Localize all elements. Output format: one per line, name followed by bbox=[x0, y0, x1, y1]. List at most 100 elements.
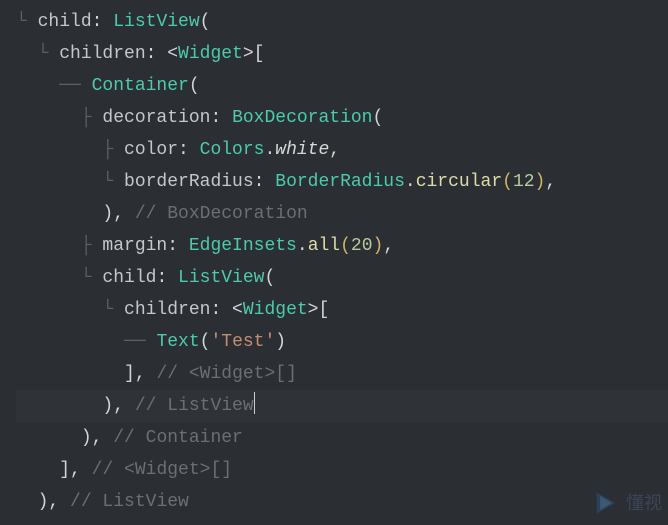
indent-guide: ├ bbox=[16, 140, 124, 160]
code-line[interactable]: └ child: ListView( bbox=[16, 262, 668, 294]
code-token: ( bbox=[189, 76, 200, 96]
code-line[interactable]: └ borderRadius: BorderRadius.circular(12… bbox=[16, 166, 668, 198]
code-line[interactable]: ], // <Widget>[] bbox=[16, 358, 668, 390]
code-token: ) bbox=[535, 172, 546, 192]
code-editor[interactable]: └ child: ListView( └ children: <Widget>[… bbox=[0, 0, 668, 518]
code-token: , bbox=[92, 428, 114, 448]
indent-guide: ├ bbox=[16, 108, 102, 128]
code-token: 12 bbox=[513, 172, 535, 192]
code-token: , bbox=[48, 492, 70, 512]
code-token: // Container bbox=[113, 428, 243, 448]
code-token: : bbox=[254, 172, 276, 192]
code-token: >[ bbox=[308, 300, 330, 320]
code-line[interactable]: ), // Container bbox=[16, 422, 668, 454]
code-token: : bbox=[156, 268, 178, 288]
code-token: : < bbox=[146, 44, 178, 64]
code-token: 20 bbox=[351, 236, 373, 256]
code-token: child bbox=[38, 12, 92, 32]
code-token: , bbox=[70, 460, 92, 480]
indent-guide: └ bbox=[16, 268, 102, 288]
code-line[interactable]: ├ color: Colors.white, bbox=[16, 134, 668, 166]
code-line[interactable]: ── Text('Test') bbox=[16, 326, 668, 358]
code-token: BoxDecoration bbox=[232, 108, 372, 128]
code-token: // ListView bbox=[70, 492, 189, 512]
code-token: ( bbox=[264, 268, 275, 288]
code-token: Widget bbox=[243, 300, 308, 320]
code-token: white bbox=[275, 140, 329, 160]
code-token: : bbox=[92, 12, 114, 32]
code-line[interactable]: ], // <Widget>[] bbox=[16, 454, 668, 486]
code-token: // BoxDecoration bbox=[135, 204, 308, 224]
code-token: , bbox=[113, 396, 135, 416]
code-line[interactable]: └ children: <Widget>[ bbox=[16, 38, 668, 70]
code-token: ] bbox=[59, 460, 70, 480]
indent-guide: └ bbox=[16, 12, 38, 32]
code-token: color bbox=[124, 140, 178, 160]
indent-guide: ── bbox=[16, 76, 92, 96]
code-token: : bbox=[167, 236, 189, 256]
indent-guide bbox=[16, 460, 59, 480]
code-token: // <Widget>[] bbox=[156, 364, 296, 384]
code-token: 'Test' bbox=[210, 332, 275, 352]
code-token: , bbox=[545, 172, 556, 192]
code-token: ( bbox=[340, 236, 351, 256]
code-token: ( bbox=[200, 12, 211, 32]
code-token: children bbox=[124, 300, 210, 320]
indent-guide: └ bbox=[16, 172, 124, 192]
code-line[interactable]: └ children: <Widget>[ bbox=[16, 294, 668, 326]
indent-guide: ├ bbox=[16, 236, 102, 256]
indent-guide: ── bbox=[16, 332, 156, 352]
code-token: Text bbox=[156, 332, 199, 352]
code-token: Container bbox=[92, 76, 189, 96]
code-token: BorderRadius bbox=[275, 172, 405, 192]
code-token: all bbox=[308, 236, 340, 256]
code-token: . bbox=[264, 140, 275, 160]
code-token: decoration bbox=[102, 108, 210, 128]
indent-guide: └ bbox=[16, 44, 59, 64]
code-line[interactable]: ), // ListView bbox=[16, 390, 668, 422]
code-token: , bbox=[113, 204, 135, 224]
code-token: ) bbox=[102, 204, 113, 224]
code-line[interactable]: ├ decoration: BoxDecoration( bbox=[16, 102, 668, 134]
code-token: children bbox=[59, 44, 145, 64]
code-token: ( bbox=[200, 332, 211, 352]
code-token: ( bbox=[373, 108, 384, 128]
code-token: , bbox=[135, 364, 157, 384]
code-token: >[ bbox=[243, 44, 265, 64]
code-token: Colors bbox=[200, 140, 265, 160]
text-cursor bbox=[254, 392, 255, 414]
code-line[interactable]: ── Container( bbox=[16, 70, 668, 102]
code-token: , bbox=[383, 236, 394, 256]
code-token: child bbox=[102, 268, 156, 288]
code-line[interactable]: ├ margin: EdgeInsets.all(20), bbox=[16, 230, 668, 262]
code-token: // ListView bbox=[135, 396, 254, 416]
code-line[interactable]: ), // ListView bbox=[16, 486, 668, 518]
indent-guide bbox=[16, 396, 102, 416]
code-token: ListView bbox=[113, 12, 199, 32]
indent-guide bbox=[16, 204, 102, 224]
code-token: ListView bbox=[178, 268, 264, 288]
code-token: ) bbox=[81, 428, 92, 448]
code-token: ) bbox=[102, 396, 113, 416]
code-token: Widget bbox=[178, 44, 243, 64]
code-line[interactable]: ), // BoxDecoration bbox=[16, 198, 668, 230]
code-token: . bbox=[297, 236, 308, 256]
code-token: ] bbox=[124, 364, 135, 384]
indent-guide bbox=[16, 428, 81, 448]
code-token: borderRadius bbox=[124, 172, 254, 192]
code-token: circular bbox=[416, 172, 502, 192]
indent-guide bbox=[16, 364, 124, 384]
code-token: : bbox=[178, 140, 200, 160]
code-token: ) bbox=[275, 332, 286, 352]
code-token: , bbox=[329, 140, 340, 160]
indent-guide bbox=[16, 492, 38, 512]
code-token: ( bbox=[502, 172, 513, 192]
code-line[interactable]: └ child: ListView( bbox=[16, 6, 668, 38]
code-token: : bbox=[210, 108, 232, 128]
code-token: ) bbox=[38, 492, 49, 512]
indent-guide: └ bbox=[16, 300, 124, 320]
code-token: ) bbox=[373, 236, 384, 256]
code-token: // <Widget>[] bbox=[92, 460, 232, 480]
code-token: margin bbox=[102, 236, 167, 256]
code-token: : < bbox=[210, 300, 242, 320]
